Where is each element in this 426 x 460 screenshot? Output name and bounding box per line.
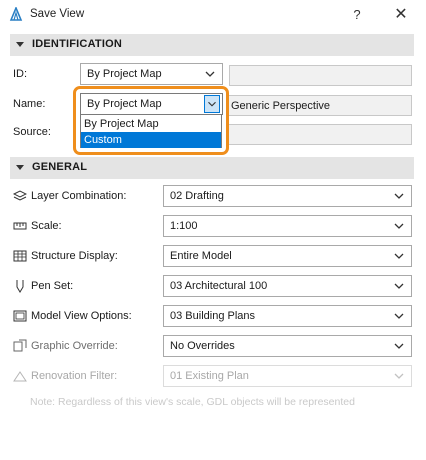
model-view-options-select[interactable]: 03 Building Plans (163, 305, 412, 327)
chevron-down-icon (394, 343, 404, 349)
graphic-override-value: No Overrides (170, 340, 235, 352)
renovation-icon (13, 371, 27, 382)
name-text-field[interactable]: Generic Perspective (226, 95, 412, 116)
pen-set-select[interactable]: 03 Architectural 100 (163, 275, 412, 297)
scale-label: Scale: (31, 220, 62, 232)
chevron-down-icon (394, 373, 404, 379)
structure-icon (13, 250, 27, 262)
model-view-icon (13, 310, 27, 322)
collapse-triangle-icon (16, 42, 24, 47)
id-select-value: By Project Map (87, 68, 162, 80)
layer-combination-value: 02 Drafting (170, 190, 224, 202)
chevron-down-icon (394, 253, 404, 259)
name-text-value: Generic Perspective (231, 100, 331, 112)
archicad-app-icon (9, 7, 23, 21)
renovation-filter-value: 01 Existing Plan (170, 370, 249, 382)
collapse-triangle-icon (16, 165, 24, 170)
pen-set-label: Pen Set: (31, 280, 74, 292)
id-label: ID: (13, 68, 28, 80)
layer-combination-label: Layer Combination: (31, 190, 127, 202)
general-section-header[interactable]: GENERAL (10, 157, 414, 179)
callout-highlight (73, 86, 229, 155)
identification-section-header[interactable]: IDENTIFICATION (10, 34, 414, 56)
graphic-override-select[interactable]: No Overrides (163, 335, 412, 357)
structure-display-label: Structure Display: (31, 250, 118, 262)
graphic-override-label: Graphic Override: (31, 340, 118, 352)
id-text-field[interactable] (229, 65, 412, 86)
layers-icon (13, 190, 27, 201)
chevron-down-icon (394, 223, 404, 229)
model-view-options-label: Model View Options: (31, 310, 132, 322)
ruler-icon (13, 222, 27, 230)
chevron-down-icon (394, 283, 404, 289)
structure-display-value: Entire Model (170, 250, 232, 262)
scale-note-text: Note: Regardless of this view's scale, G… (30, 396, 355, 408)
chevron-down-icon (205, 71, 215, 77)
chevron-down-icon (394, 313, 404, 319)
scale-value: 1:100 (170, 220, 198, 232)
scale-select[interactable]: 1:100 (163, 215, 412, 237)
close-button[interactable]: ✕ (388, 5, 414, 25)
general-header-label: GENERAL (32, 161, 88, 173)
renovation-filter-select: 01 Existing Plan (163, 365, 412, 387)
chevron-down-icon (394, 193, 404, 199)
id-select[interactable]: By Project Map (80, 63, 223, 85)
renovation-filter-label: Renovation Filter: (31, 370, 118, 382)
source-text-field (226, 124, 412, 145)
structure-display-select[interactable]: Entire Model (163, 245, 412, 267)
graphic-override-icon (13, 339, 27, 352)
model-view-options-value: 03 Building Plans (170, 310, 256, 322)
identification-header-label: IDENTIFICATION (32, 38, 122, 50)
pen-icon (16, 280, 24, 293)
window-title: Save View (30, 8, 85, 20)
layer-combination-select[interactable]: 02 Drafting (163, 185, 412, 207)
pen-set-value: 03 Architectural 100 (170, 280, 268, 292)
name-label: Name: (13, 98, 46, 110)
source-label: Source: (13, 126, 51, 138)
help-button[interactable]: ? (344, 5, 370, 25)
title-bar: Save View ? ✕ (0, 0, 426, 30)
